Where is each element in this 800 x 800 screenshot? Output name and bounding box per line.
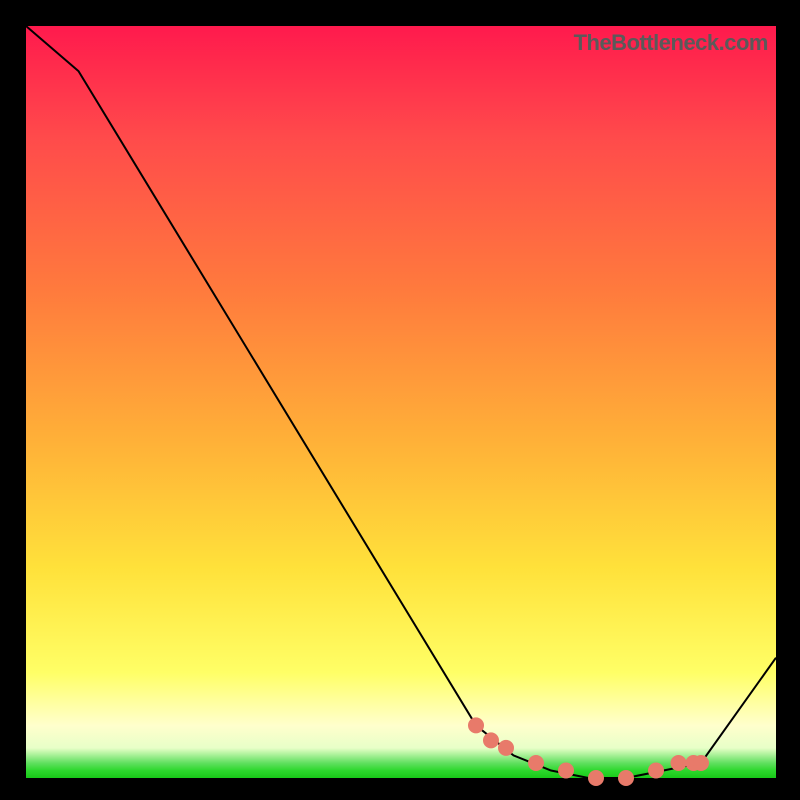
plot-area: TheBottleneck.com — [26, 26, 776, 778]
sweet-spot-dots — [468, 717, 709, 786]
bottleneck-curve — [26, 26, 776, 778]
sweet-spot-dot — [588, 770, 604, 786]
sweet-spot-dot — [693, 755, 709, 771]
sweet-spot-dot — [483, 732, 499, 748]
sweet-spot-dot — [648, 763, 664, 779]
sweet-spot-dot — [671, 755, 687, 771]
sweet-spot-dot — [618, 770, 634, 786]
sweet-spot-dot — [528, 755, 544, 771]
chart-frame: TheBottleneck.com — [0, 0, 800, 800]
sweet-spot-dot — [498, 740, 514, 756]
curve-layer — [26, 26, 776, 778]
sweet-spot-dot — [558, 763, 574, 779]
sweet-spot-dot — [468, 717, 484, 733]
